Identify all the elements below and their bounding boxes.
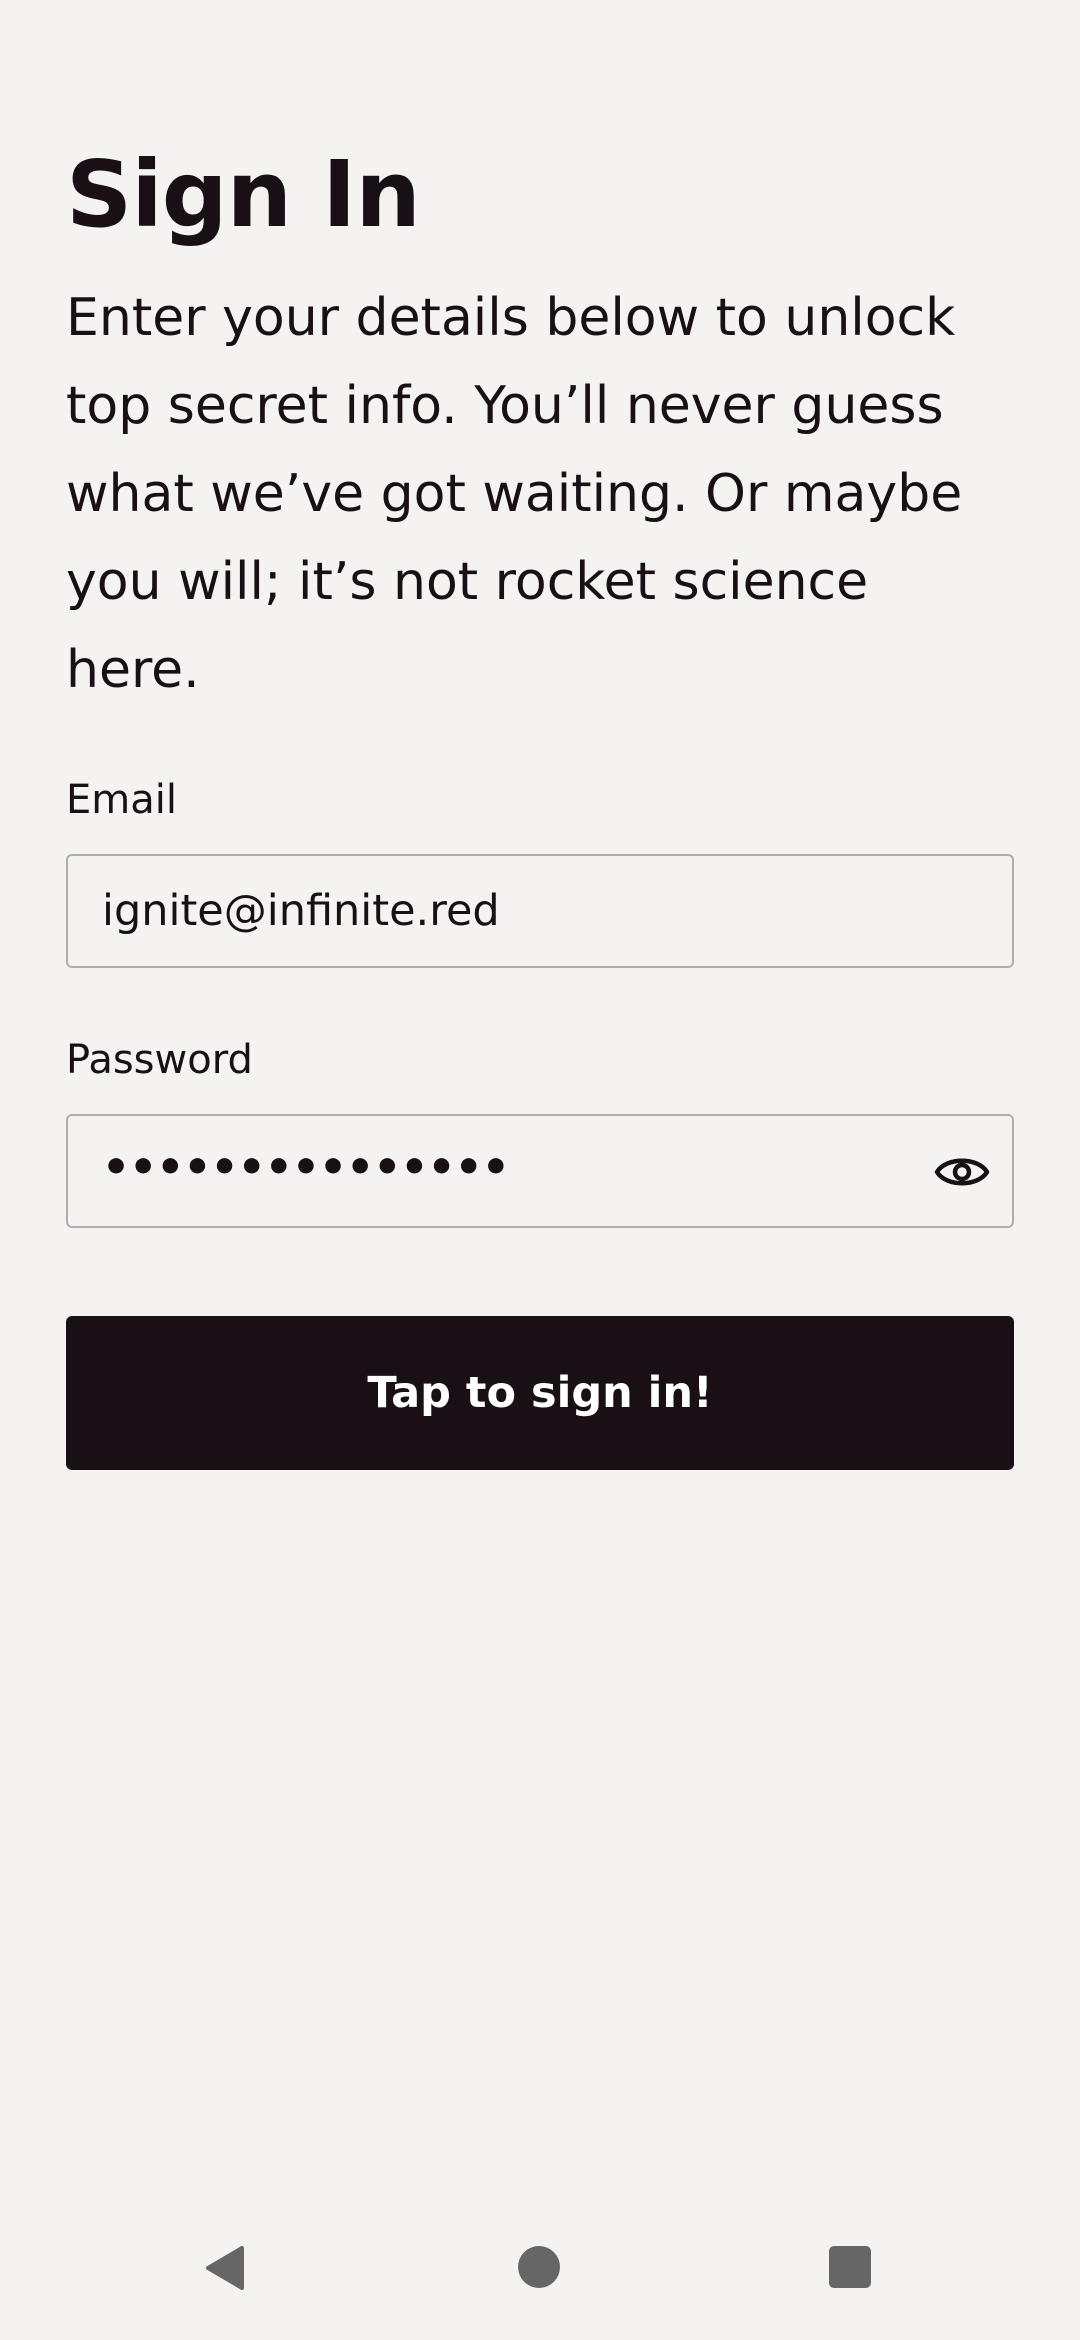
sign-in-screen: Sign In Enter your details below to unlo… — [0, 0, 1080, 2340]
sign-in-form: Sign In Enter your details below to unlo… — [66, 140, 1014, 1470]
email-value: ignite@infinite.red — [102, 886, 500, 936]
show-password-button[interactable] — [932, 1142, 992, 1202]
recents-square-icon[interactable] — [829, 2246, 871, 2288]
email-label: Email — [66, 777, 177, 823]
password-value: ••••••••••••••• — [102, 1142, 510, 1193]
back-button[interactable] — [204, 2245, 246, 2295]
password-label: Password — [66, 1037, 253, 1083]
sign-in-button-label: Tap to sign in! — [367, 1368, 713, 1418]
eye-icon — [934, 1158, 990, 1186]
page-subtitle: Enter your details below to unlock top s… — [66, 288, 963, 700]
sign-in-button[interactable]: Tap to sign in! — [66, 1316, 1014, 1470]
page-title: Sign In — [66, 141, 421, 248]
home-circle-icon[interactable] — [518, 2246, 560, 2288]
back-triangle-icon — [206, 2246, 244, 2290]
password-field[interactable]: ••••••••••••••• — [66, 1114, 1014, 1228]
email-field[interactable]: ignite@infinite.red — [66, 854, 1014, 968]
system-nav-bar — [0, 2214, 1080, 2340]
